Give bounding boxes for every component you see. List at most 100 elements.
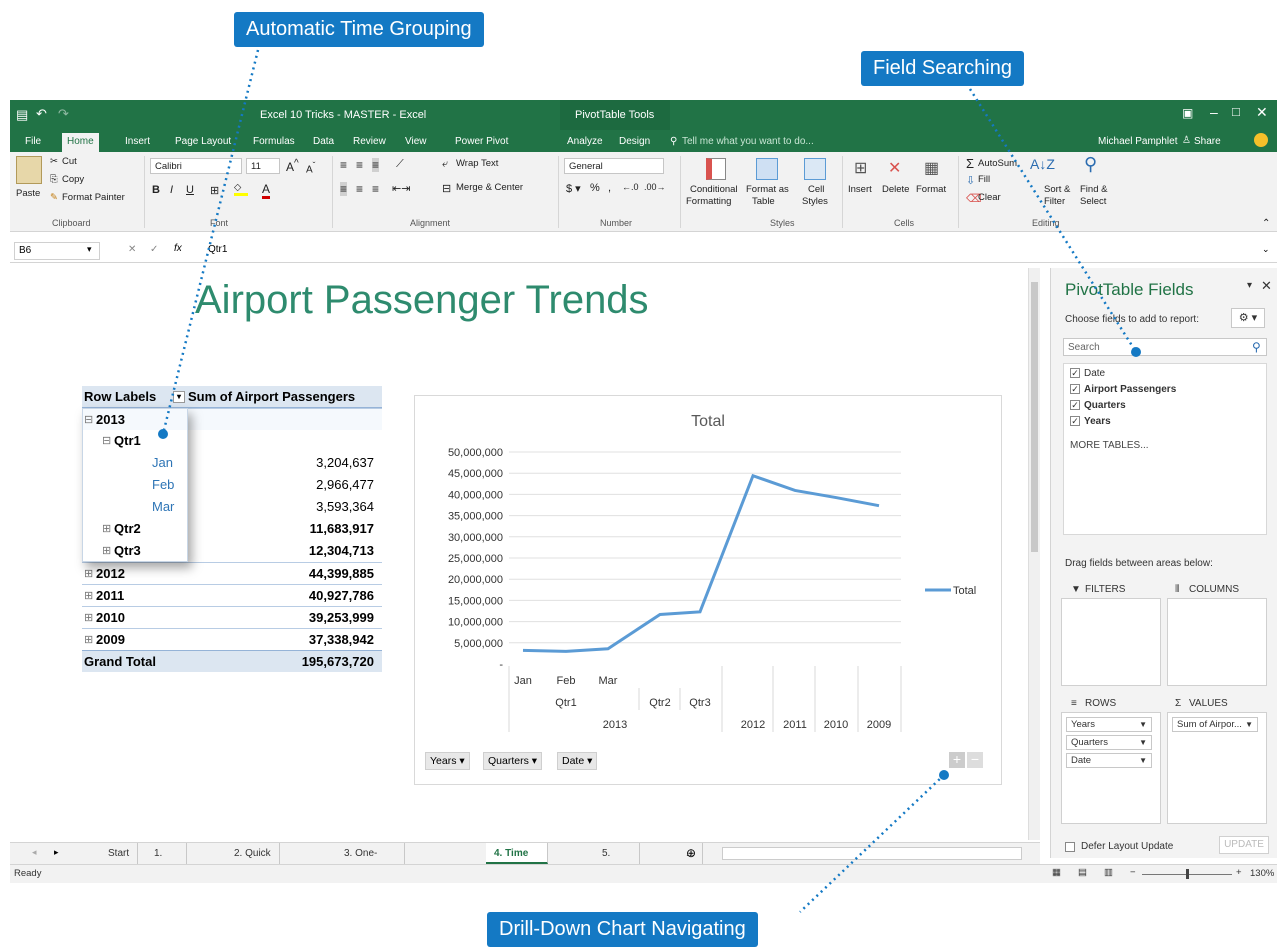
user-name[interactable]: Michael Pamphlet: [1098, 136, 1177, 147]
tab-power-pivot[interactable]: Power Pivot: [450, 133, 513, 152]
currency-icon[interactable]: $ ▾: [566, 182, 581, 195]
area-field-dropdown-icon[interactable]: ▼: [1139, 754, 1147, 767]
field-checkbox[interactable]: ✓: [1070, 368, 1080, 378]
format-painter-button[interactable]: Format Painter: [62, 192, 125, 203]
underline-icon[interactable]: U: [186, 184, 194, 196]
sheet-tab[interactable]: 1. Flash Fill: [146, 843, 188, 880]
format-as-table-button[interactable]: Format as: [746, 184, 789, 195]
percent-icon[interactable]: %: [590, 182, 600, 194]
pane-options-icon[interactable]: ▾: [1247, 280, 1252, 291]
align-right-icon[interactable]: ≡: [372, 182, 379, 196]
field-item[interactable]: ✓ Date: [1070, 368, 1105, 379]
tab-design[interactable]: Design: [614, 133, 655, 152]
font-size-select[interactable]: 11: [246, 158, 280, 174]
defer-checkbox[interactable]: [1065, 842, 1075, 852]
find-select-button[interactable]: Find &: [1080, 184, 1107, 195]
area-field-dropdown-icon[interactable]: ▼: [1245, 718, 1253, 731]
grow-font-icon[interactable]: A^: [286, 158, 299, 174]
scrollbar-thumb[interactable]: [1031, 282, 1038, 552]
cut-button[interactable]: Cut: [62, 156, 77, 167]
cancel-icon[interactable]: ✕: [128, 244, 136, 255]
pivot-row[interactable]: ⊞ 2012 44,399,885: [82, 562, 382, 584]
field-search-input[interactable]: Search ⚲: [1063, 338, 1267, 356]
name-box[interactable]: B6 ▾: [14, 242, 100, 260]
italic-icon[interactable]: I: [170, 184, 173, 196]
pane-close-icon[interactable]: ✕: [1261, 278, 1272, 294]
area-field-dropdown-icon[interactable]: ▼: [1139, 736, 1147, 749]
maximize-icon[interactable]: □: [1232, 104, 1240, 119]
sheet-tab[interactable]: 3. One-Click Forecasting: [336, 843, 406, 880]
pivot-chart[interactable]: Total 50,000,000 45,000,000 40,000,000 35,00…: [414, 395, 1002, 785]
tab-scroll-right-icon[interactable]: ▸: [54, 847, 59, 858]
bold-icon[interactable]: B: [152, 184, 160, 196]
format-as-table-button-line2[interactable]: Table: [752, 196, 775, 207]
zoom-out-icon[interactable]: −: [1130, 867, 1136, 878]
area-field-item[interactable]: Date ▼: [1066, 753, 1152, 768]
tab-analyze[interactable]: Analyze: [562, 133, 608, 152]
pivot-row[interactable]: ⊞ 2009 37,338,942: [82, 628, 382, 650]
sort-filter-button[interactable]: Sort &: [1044, 184, 1070, 195]
area-field-item[interactable]: Quarters ▼: [1066, 735, 1152, 750]
expand-icon[interactable]: ⊞: [84, 607, 93, 629]
area-field-item[interactable]: Sum of Airpor... ▼: [1172, 717, 1258, 732]
font-name-select[interactable]: Calibri: [150, 158, 242, 174]
formula-value[interactable]: Qtr1: [208, 244, 227, 255]
filters-area[interactable]: [1061, 598, 1161, 686]
orientation-icon[interactable]: ⟋: [396, 158, 404, 171]
comma-icon[interactable]: ,: [608, 182, 611, 194]
page-layout-view-icon[interactable]: ▤: [1078, 867, 1087, 878]
values-area[interactable]: Sum of Airpor... ▼: [1167, 712, 1267, 824]
expand-formula-icon[interactable]: ⌄: [1262, 244, 1270, 255]
conditional-formatting-button[interactable]: Conditional: [690, 184, 738, 195]
normal-view-icon[interactable]: ▦: [1052, 867, 1061, 878]
area-field-dropdown-icon[interactable]: ▼: [1139, 718, 1147, 731]
number-format-select[interactable]: General: [564, 158, 664, 174]
zoom-in-icon[interactable]: +: [1236, 867, 1242, 878]
find-select-button-line2[interactable]: Select: [1080, 196, 1106, 207]
indent-icon[interactable]: ⇤⇥: [392, 182, 410, 195]
sheet-tab[interactable]: 4. Time Grouping: [486, 843, 548, 880]
tab-formulas[interactable]: Formulas: [248, 133, 300, 152]
chart-date-button[interactable]: Date ▾: [557, 752, 598, 770]
autosum-button[interactable]: AutoSum: [978, 158, 1017, 169]
pivot-row[interactable]: ⊞ 2011 40,927,786: [82, 584, 382, 606]
field-checkbox[interactable]: ✓: [1070, 416, 1080, 426]
insert-cells-button[interactable]: Insert: [848, 184, 872, 195]
delete-cells-button[interactable]: Delete: [882, 184, 909, 195]
expand-icon[interactable]: ⊞: [84, 563, 93, 585]
align-bottom-icon[interactable]: ≡: [372, 158, 380, 172]
sort-filter-button-line2[interactable]: Filter: [1044, 196, 1065, 207]
name-box-dropdown-icon[interactable]: ▾: [87, 244, 92, 255]
borders-icon[interactable]: ⊞: [210, 184, 219, 197]
enter-icon[interactable]: ✓: [150, 244, 158, 255]
paste-button[interactable]: Paste: [16, 188, 40, 199]
pivot-row[interactable]: ⊞ 2010 39,253,999: [82, 606, 382, 628]
share-button[interactable]: Share: [1194, 136, 1221, 147]
align-left-icon[interactable]: ≡: [340, 182, 348, 196]
tab-data[interactable]: Data: [308, 133, 339, 152]
expand-field-button[interactable]: +: [949, 752, 965, 768]
copy-button[interactable]: Copy: [62, 174, 84, 185]
field-checkbox[interactable]: ✓: [1070, 400, 1080, 410]
align-middle-icon[interactable]: ≡: [356, 158, 363, 172]
increase-decimal-icon[interactable]: ←.0: [622, 182, 639, 192]
search-icon[interactable]: ⚲: [1252, 340, 1261, 354]
cell-styles-button-line2[interactable]: Styles: [802, 196, 828, 207]
smiley-icon[interactable]: [1254, 133, 1268, 147]
expand-icon[interactable]: ⊞: [84, 629, 93, 651]
insert-function-icon[interactable]: fx: [174, 243, 182, 254]
align-center-icon[interactable]: ≡: [356, 182, 363, 196]
zoom-slider-thumb[interactable]: [1186, 869, 1189, 879]
conditional-formatting-button-line2[interactable]: Formatting: [686, 196, 731, 207]
sheet-tab[interactable]: 5. New Charts: [594, 843, 641, 880]
rows-area[interactable]: Years ▼ Quarters ▼ Date ▼: [1061, 712, 1161, 824]
paste-icon[interactable]: [16, 156, 42, 184]
clear-button[interactable]: Clear: [978, 192, 1001, 203]
decrease-decimal-icon[interactable]: .00→: [644, 182, 666, 192]
wrap-text-button[interactable]: Wrap Text: [456, 158, 498, 169]
field-checkbox[interactable]: ✓: [1070, 384, 1080, 394]
sheet-tab[interactable]: 2. Quick Analysis: [226, 843, 281, 880]
chart-years-button[interactable]: Years ▾: [425, 752, 470, 770]
cell-styles-button[interactable]: Cell: [808, 184, 824, 195]
tab-view[interactable]: View: [400, 133, 432, 152]
